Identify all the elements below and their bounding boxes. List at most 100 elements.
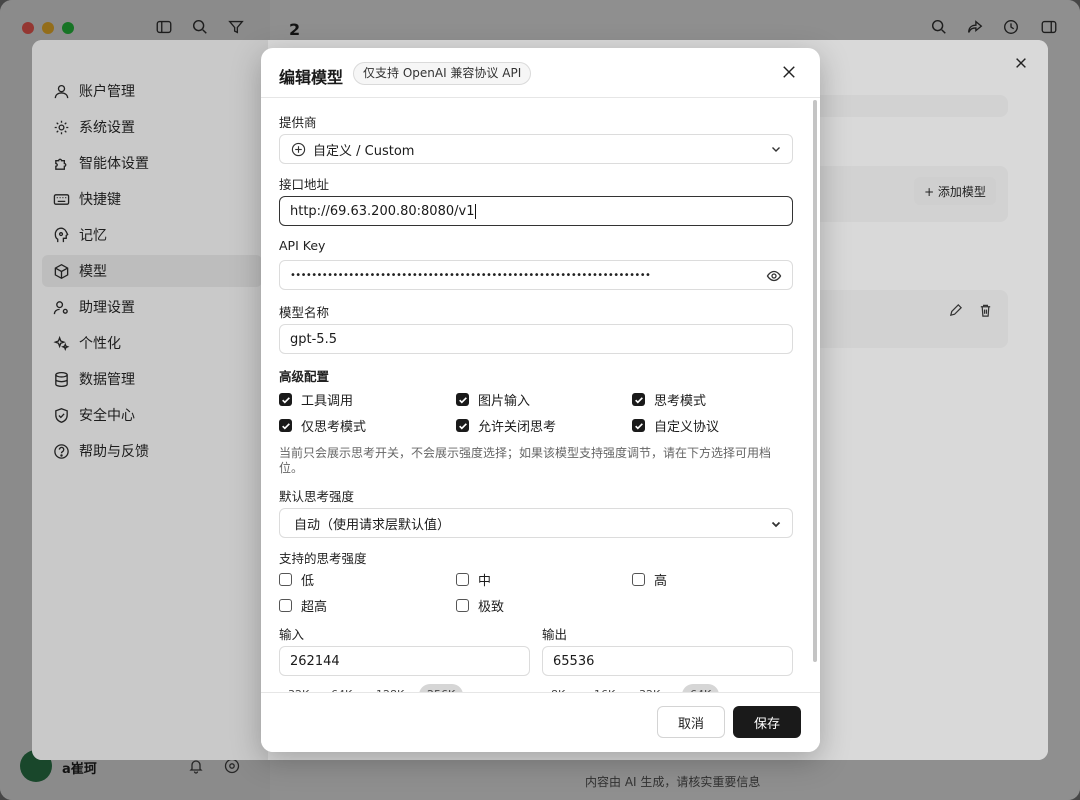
sidebar-item[interactable]: 模型: [42, 255, 262, 287]
input-tokens-label: 输入: [279, 627, 305, 642]
checkbox-label: 工具调用: [301, 394, 354, 409]
checkbox-unchecked-icon[interactable]: [279, 573, 292, 586]
input-tokens-value: 262144: [290, 653, 340, 669]
default-effort-value: 自动（使用请求层默认值）: [294, 517, 451, 533]
checkbox-checked-icon[interactable]: [279, 419, 292, 432]
api-key-label: API Key: [279, 238, 326, 253]
sidebar-item-label: 安全中心: [79, 408, 135, 424]
sidebar-item[interactable]: 安全中心: [42, 399, 262, 431]
sidebar-item[interactable]: 助理设置: [42, 291, 262, 323]
protocol-badge: 仅支持 OpenAI 兼容协议 API: [353, 62, 532, 85]
sidebar-item-label: 数据管理: [79, 372, 135, 388]
checkbox-checked-icon[interactable]: [456, 393, 469, 406]
checkbox-option[interactable]: 允许关闭思考: [456, 416, 556, 435]
default-effort-label: 默认思考强度: [279, 489, 355, 504]
sidebar-item-label: 助理设置: [79, 300, 135, 316]
user-icon: [52, 82, 70, 100]
checkbox-checked-icon[interactable]: [632, 419, 645, 432]
api-key-input[interactable]: ••••••••••••••••••••••••••••••••••••••••…: [279, 260, 793, 290]
chevron-down-icon: [770, 518, 782, 530]
cancel-button[interactable]: 取消: [657, 706, 725, 738]
api-key-masked-value: ••••••••••••••••••••••••••••••••••••••••…: [290, 269, 651, 281]
checkbox-option[interactable]: 仅思考模式: [279, 416, 366, 435]
sidebar-item-label: 智能体设置: [79, 156, 149, 172]
shield-icon: [52, 406, 70, 424]
sidebar-item[interactable]: 记忆: [42, 219, 262, 251]
checkbox-label: 自定义协议: [654, 420, 720, 435]
input-tokens-field[interactable]: 262144: [279, 646, 530, 676]
sidebar-item[interactable]: 账户管理: [42, 75, 262, 107]
dialog-header: 编辑模型 仅支持 OpenAI 兼容协议 API: [261, 48, 820, 98]
sidebar-item[interactable]: 智能体设置: [42, 147, 262, 179]
model-name-label: 模型名称: [279, 305, 330, 320]
default-effort-select[interactable]: 自动（使用请求层默认值）: [279, 508, 793, 538]
plus-circle-icon: [291, 142, 306, 157]
checkbox-option[interactable]: 自定义协议: [632, 416, 719, 435]
cube-icon: [52, 262, 70, 280]
trash-icon[interactable]: [978, 303, 994, 319]
checkbox-option[interactable]: 极致: [456, 596, 504, 615]
provider-value: 自定义 / Custom: [313, 143, 415, 159]
checkbox-option[interactable]: 中: [456, 570, 491, 589]
checkbox-label: 高: [654, 574, 668, 589]
checkbox-option[interactable]: 工具调用: [279, 390, 353, 409]
settings-sidebar: 账户管理系统设置智能体设置快捷键记忆模型助理设置个性化数据管理安全中心帮助与反馈: [32, 40, 268, 760]
scrollbar[interactable]: [813, 100, 817, 662]
checkbox-label: 仅思考模式: [301, 420, 367, 435]
save-button[interactable]: 保存: [733, 706, 801, 738]
checkbox-checked-icon[interactable]: [632, 393, 645, 406]
checkbox-unchecked-icon[interactable]: [632, 573, 645, 586]
checkbox-option[interactable]: 图片输入: [456, 390, 530, 409]
edit-icon[interactable]: [948, 303, 964, 319]
checkbox-option[interactable]: 思考模式: [632, 390, 706, 409]
checkbox-label: 超高: [301, 600, 328, 615]
provider-label: 提供商: [279, 115, 317, 130]
puzzle-icon: [52, 154, 70, 172]
sidebar-item[interactable]: 系统设置: [42, 111, 262, 143]
close-icon[interactable]: [782, 65, 798, 81]
endpoint-value: http://69.63.200.80:8080/v1: [290, 203, 475, 219]
endpoint-label: 接口地址: [279, 177, 330, 192]
checkbox-checked-icon[interactable]: [456, 419, 469, 432]
output-tokens-label: 输出: [542, 627, 568, 642]
checkbox-option[interactable]: 高: [632, 570, 667, 589]
checkbox-unchecked-icon[interactable]: [456, 599, 469, 612]
sidebar-item-label: 快捷键: [79, 192, 121, 208]
gear-icon: [52, 118, 70, 136]
keyboard-icon: [52, 190, 70, 208]
sparkle-icon: [52, 334, 70, 352]
checkbox-checked-icon[interactable]: [279, 393, 292, 406]
user-gear-icon: [52, 298, 70, 316]
output-tokens-value: 65536: [553, 653, 595, 669]
model-name-value: gpt-5.5: [290, 331, 337, 347]
sidebar-item-label: 系统设置: [79, 120, 135, 136]
checkbox-label: 中: [478, 574, 492, 589]
advanced-config-label: 高级配置: [279, 369, 330, 384]
checkbox-label: 允许关闭思考: [478, 420, 557, 435]
sidebar-item-label: 模型: [79, 264, 107, 280]
dialog-body: 提供商 自定义 / Custom 接口地址 http://69.63.200.8…: [261, 99, 820, 692]
dialog-title: 编辑模型: [279, 68, 344, 87]
sidebar-item[interactable]: 个性化: [42, 327, 262, 359]
eye-icon[interactable]: [766, 268, 782, 284]
checkbox-label: 思考模式: [654, 394, 707, 409]
endpoint-input[interactable]: http://69.63.200.80:8080/v1: [279, 196, 793, 226]
checkbox-unchecked-icon[interactable]: [279, 599, 292, 612]
close-settings-icon[interactable]: [1014, 56, 1030, 72]
supported-effort-label: 支持的思考强度: [279, 551, 367, 566]
checkbox-option[interactable]: 低: [279, 570, 314, 589]
checkbox-unchecked-icon[interactable]: [456, 573, 469, 586]
provider-select[interactable]: 自定义 / Custom: [279, 134, 793, 164]
output-tokens-field[interactable]: 65536: [542, 646, 793, 676]
sidebar-item[interactable]: 数据管理: [42, 363, 262, 395]
brain-icon: [52, 226, 70, 244]
sidebar-item[interactable]: 快捷键: [42, 183, 262, 215]
model-name-input[interactable]: gpt-5.5: [279, 324, 793, 354]
add-model-button[interactable]: + 添加模型: [914, 177, 996, 205]
checkbox-label: 低: [301, 574, 315, 589]
sidebar-item[interactable]: 帮助与反馈: [42, 435, 262, 467]
sidebar-item-label: 记忆: [79, 228, 107, 244]
dialog-footer: 取消 保存: [261, 692, 820, 752]
checkbox-option[interactable]: 超高: [279, 596, 327, 615]
sidebar-item-label: 帮助与反馈: [79, 444, 149, 460]
